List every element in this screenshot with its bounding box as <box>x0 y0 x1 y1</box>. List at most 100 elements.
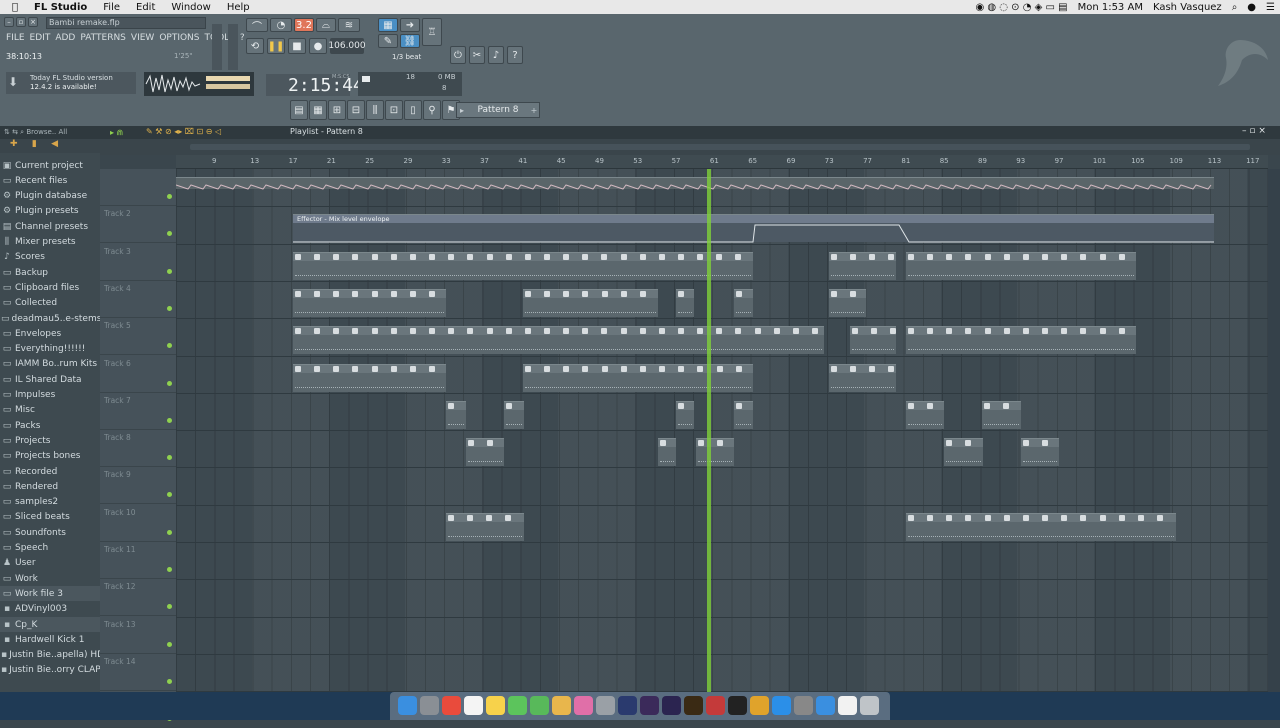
track-header[interactable]: Track 5 <box>100 318 176 356</box>
menu-edit[interactable]: Edit <box>128 2 163 13</box>
record-button[interactable]: ● <box>309 38 327 54</box>
trash-icon[interactable] <box>860 696 879 715</box>
pattern-clip[interactable] <box>906 400 944 429</box>
update-notice[interactable]: ⬇ Today FL Studio version 12.4.2 is avai… <box>6 72 136 94</box>
browser-add-icon[interactable]: ✚ <box>10 139 18 149</box>
browser-item[interactable]: ▭ Speech <box>0 541 100 556</box>
track-header[interactable]: Track 11 <box>100 542 176 579</box>
pattern-clip[interactable] <box>982 400 1021 429</box>
track-mute-led[interactable] <box>167 268 172 274</box>
fl-menu-file[interactable]: FILE <box>6 33 25 43</box>
photos-icon[interactable] <box>552 696 571 715</box>
menu-clock[interactable]: Mon 1:53 AM <box>1073 2 1148 13</box>
browser-icon[interactable]: ⊟ <box>347 100 365 120</box>
next-pattern-icon[interactable]: + <box>529 106 539 115</box>
master-pitch-slider[interactable] <box>228 24 238 70</box>
pattern-clip[interactable] <box>446 400 466 429</box>
plugin-picker-icon[interactable]: ▯ <box>404 100 422 120</box>
tempo-display[interactable]: 106.000 <box>328 38 366 54</box>
track-mute-led[interactable] <box>167 194 172 199</box>
status-icons[interactable]: ◉ ◍ ◌ ⊙ ◔ ◈ ▭ ▤ <box>970 2 1072 13</box>
browser-item[interactable]: ▭ IL Shared Data <box>0 372 100 387</box>
app-menu[interactable]: FL Studio <box>26 2 95 13</box>
notification-icon[interactable]: ☰ <box>1261 2 1280 13</box>
fl-menu-view[interactable]: VIEW <box>131 33 154 43</box>
playlist-icon[interactable]: ▤ <box>290 100 308 120</box>
calendar-icon[interactable] <box>464 696 483 715</box>
track-mute-led[interactable] <box>167 380 172 386</box>
browser-item[interactable]: ▭ Everything!!!!!! <box>0 342 100 357</box>
browser-item[interactable]: ▭ Rendered <box>0 479 100 494</box>
track-header[interactable]: Track 8 <box>100 430 176 468</box>
pattern-clip[interactable] <box>829 251 896 280</box>
app-icon[interactable] <box>706 696 725 715</box>
browser-back-icon[interactable]: ◀ <box>51 139 58 149</box>
track-header[interactable]: Track 6 <box>100 356 176 393</box>
piano-roll-icon[interactable]: ⊞ <box>328 100 346 120</box>
illustrator-icon[interactable] <box>684 696 703 715</box>
horizontal-scrollbar[interactable] <box>190 144 1250 150</box>
browser-item[interactable]: ▭ Recent files <box>0 173 100 188</box>
metronome-icon[interactable]: ⌒ <box>246 18 268 33</box>
menu-file[interactable]: File <box>95 2 128 13</box>
pattern-clip[interactable] <box>829 363 896 392</box>
plugin-icon[interactable]: ⚲ <box>423 100 441 120</box>
pattern-clip[interactable] <box>523 288 658 317</box>
track-mute-led[interactable] <box>167 305 172 311</box>
multilink-icon[interactable]: ♖ <box>422 18 442 46</box>
browser-item[interactable]: ▪ Hardwell Kick 1 <box>0 632 100 647</box>
launchpad-icon[interactable] <box>420 696 439 715</box>
pattern-clip[interactable] <box>676 288 694 317</box>
safari-icon[interactable] <box>816 696 835 715</box>
spotlight-icon[interactable]: ⌕ <box>1227 2 1243 13</box>
browser-item[interactable]: ▣ Current project <box>0 158 100 173</box>
browser-item[interactable]: ▭ Soundfonts <box>0 525 100 540</box>
typing-keyboard-icon[interactable]: ▦ <box>378 18 398 32</box>
blend-notes-icon[interactable]: ≋ <box>338 18 360 32</box>
restore-icon[interactable]: ▫ <box>16 17 26 27</box>
pattern-clip[interactable] <box>293 326 824 355</box>
menu-window[interactable]: Window <box>163 2 218 13</box>
pattern-clip[interactable] <box>293 251 753 280</box>
pattern-clip[interactable] <box>1021 438 1059 467</box>
itunes-icon[interactable] <box>574 696 593 715</box>
browser-item[interactable]: ▭ Collected <box>0 296 100 311</box>
step-sequencer-icon[interactable]: ▦ <box>309 100 327 120</box>
track-header[interactable]: Track 14 <box>100 654 176 691</box>
minimize-icon[interactable]: – <box>4 17 14 27</box>
preferences-icon[interactable] <box>794 696 813 715</box>
track-header[interactable]: Track 3 <box>100 244 176 281</box>
track-mute-led[interactable] <box>167 231 172 237</box>
pattern-clip[interactable] <box>658 438 676 467</box>
browser-item[interactable]: ▭ samples2 <box>0 495 100 510</box>
step-edit-icon[interactable]: ➜ <box>400 18 420 32</box>
fl-menu-options[interactable]: OPTIONS <box>159 33 199 43</box>
track-header[interactable]: Track 7 <box>100 393 176 430</box>
premiere-icon[interactable] <box>640 696 659 715</box>
ableton-icon[interactable] <box>728 696 747 715</box>
playlist-window-buttons[interactable]: – ▫ × <box>1242 126 1266 136</box>
fl-menu-help[interactable]: ? <box>240 33 245 43</box>
track-mute-led[interactable] <box>167 492 172 498</box>
stop-button[interactable]: ■ <box>288 38 306 54</box>
wait-input-icon[interactable]: ◔ <box>270 18 292 32</box>
apple-icon[interactable]:  <box>0 2 26 13</box>
track-mute-led[interactable] <box>167 455 172 461</box>
audio-clip[interactable] <box>176 177 1214 190</box>
siri-icon[interactable]: ● <box>1242 2 1261 13</box>
browser-item[interactable]: ▤ Channel presets <box>0 219 100 234</box>
notes-icon[interactable] <box>486 696 505 715</box>
track-mute-led[interactable] <box>167 604 172 610</box>
pattern-clip[interactable] <box>829 288 866 317</box>
track-mute-led[interactable] <box>167 641 172 647</box>
browser-item[interactable]: ▭ Packs <box>0 418 100 433</box>
snap-selector[interactable]: 1/3 beat <box>392 53 421 61</box>
timeline-ruler[interactable]: 9 13 17 21 25 29 33 37 41 45 49 53 57 61 65 69 73 77 81 85 8… <box>176 155 1268 169</box>
time-display[interactable]: 2:15:44 M:S:CS <box>266 74 364 96</box>
browser-item[interactable]: ▭ Recorded <box>0 464 100 479</box>
pattern-clip[interactable] <box>734 288 753 317</box>
browser-doc-icon[interactable]: ▮ <box>32 139 37 149</box>
track-header[interactable]: Track 4 <box>100 281 176 318</box>
pattern-clip[interactable] <box>676 400 694 429</box>
pattern-clip[interactable] <box>293 363 446 392</box>
